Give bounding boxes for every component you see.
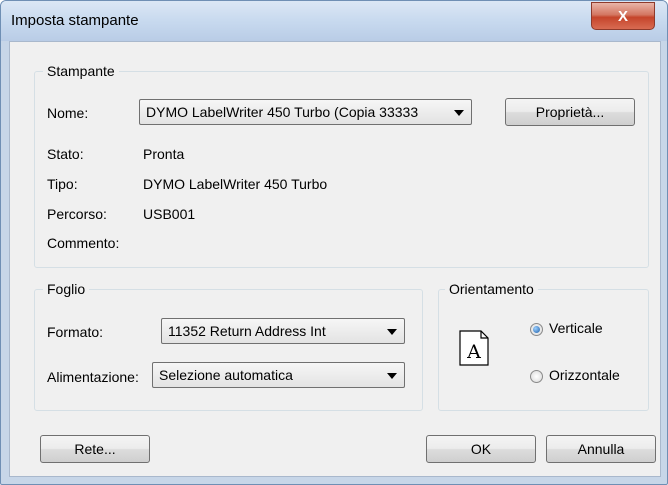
close-button[interactable]: X bbox=[591, 2, 655, 30]
type-label: Tipo: bbox=[47, 176, 78, 192]
landscape-label[interactable]: Orizzontale bbox=[549, 367, 620, 383]
source-label: Alimentazione: bbox=[47, 369, 139, 385]
printer-name-select[interactable]: DYMO LabelWriter 450 Turbo (Copia 33333 bbox=[139, 99, 472, 125]
page-letter: A bbox=[466, 341, 481, 363]
ok-button[interactable]: OK bbox=[426, 435, 536, 463]
paper-group: Foglio Formato: 11352 Return Address Int… bbox=[34, 281, 423, 411]
printer-name-value: DYMO LabelWriter 450 Turbo (Copia 33333 bbox=[146, 104, 419, 120]
page-orientation-icon: A bbox=[459, 330, 489, 366]
format-select[interactable]: 11352 Return Address Int bbox=[161, 318, 405, 344]
orientation-group: Orientamento A Verticale Orizzontale bbox=[438, 281, 649, 411]
format-label: Formato: bbox=[47, 324, 104, 340]
path-value: USB001 bbox=[143, 206, 196, 222]
format-value: 11352 Return Address Int bbox=[168, 323, 326, 339]
landscape-radio[interactable] bbox=[530, 370, 543, 383]
source-value: Selezione automatica bbox=[159, 367, 293, 383]
network-button[interactable]: Rete... bbox=[40, 435, 150, 463]
close-icon: X bbox=[617, 7, 628, 25]
status-label: Stato: bbox=[47, 146, 84, 162]
printer-name-label: Nome: bbox=[47, 105, 89, 121]
path-label: Percorso: bbox=[47, 206, 107, 222]
dialog-body: Stampante Nome: DYMO LabelWriter 450 Tur… bbox=[9, 41, 661, 477]
orientation-group-legend: Orientamento bbox=[445, 281, 538, 297]
chevron-down-icon bbox=[454, 110, 464, 116]
portrait-label[interactable]: Verticale bbox=[549, 320, 603, 336]
portrait-radio[interactable] bbox=[530, 323, 543, 336]
paper-group-legend: Foglio bbox=[43, 281, 90, 297]
printer-group: Stampante Nome: DYMO LabelWriter 450 Tur… bbox=[34, 63, 649, 268]
cancel-button[interactable]: Annulla bbox=[546, 435, 656, 463]
source-select[interactable]: Selezione automatica bbox=[152, 362, 405, 388]
properties-button[interactable]: Proprietà... bbox=[505, 98, 635, 126]
chevron-down-icon bbox=[387, 329, 397, 335]
printer-group-legend: Stampante bbox=[43, 63, 119, 79]
status-value: Pronta bbox=[143, 146, 185, 162]
comment-label: Commento: bbox=[47, 235, 120, 251]
title-bar[interactable]: Imposta stampante X bbox=[1, 1, 667, 41]
window-title: Imposta stampante bbox=[11, 12, 139, 29]
print-setup-dialog: Imposta stampante X Stampante Nome: DYMO… bbox=[0, 0, 668, 485]
type-value: DYMO LabelWriter 450 Turbo bbox=[143, 176, 328, 192]
chevron-down-icon bbox=[387, 373, 397, 379]
